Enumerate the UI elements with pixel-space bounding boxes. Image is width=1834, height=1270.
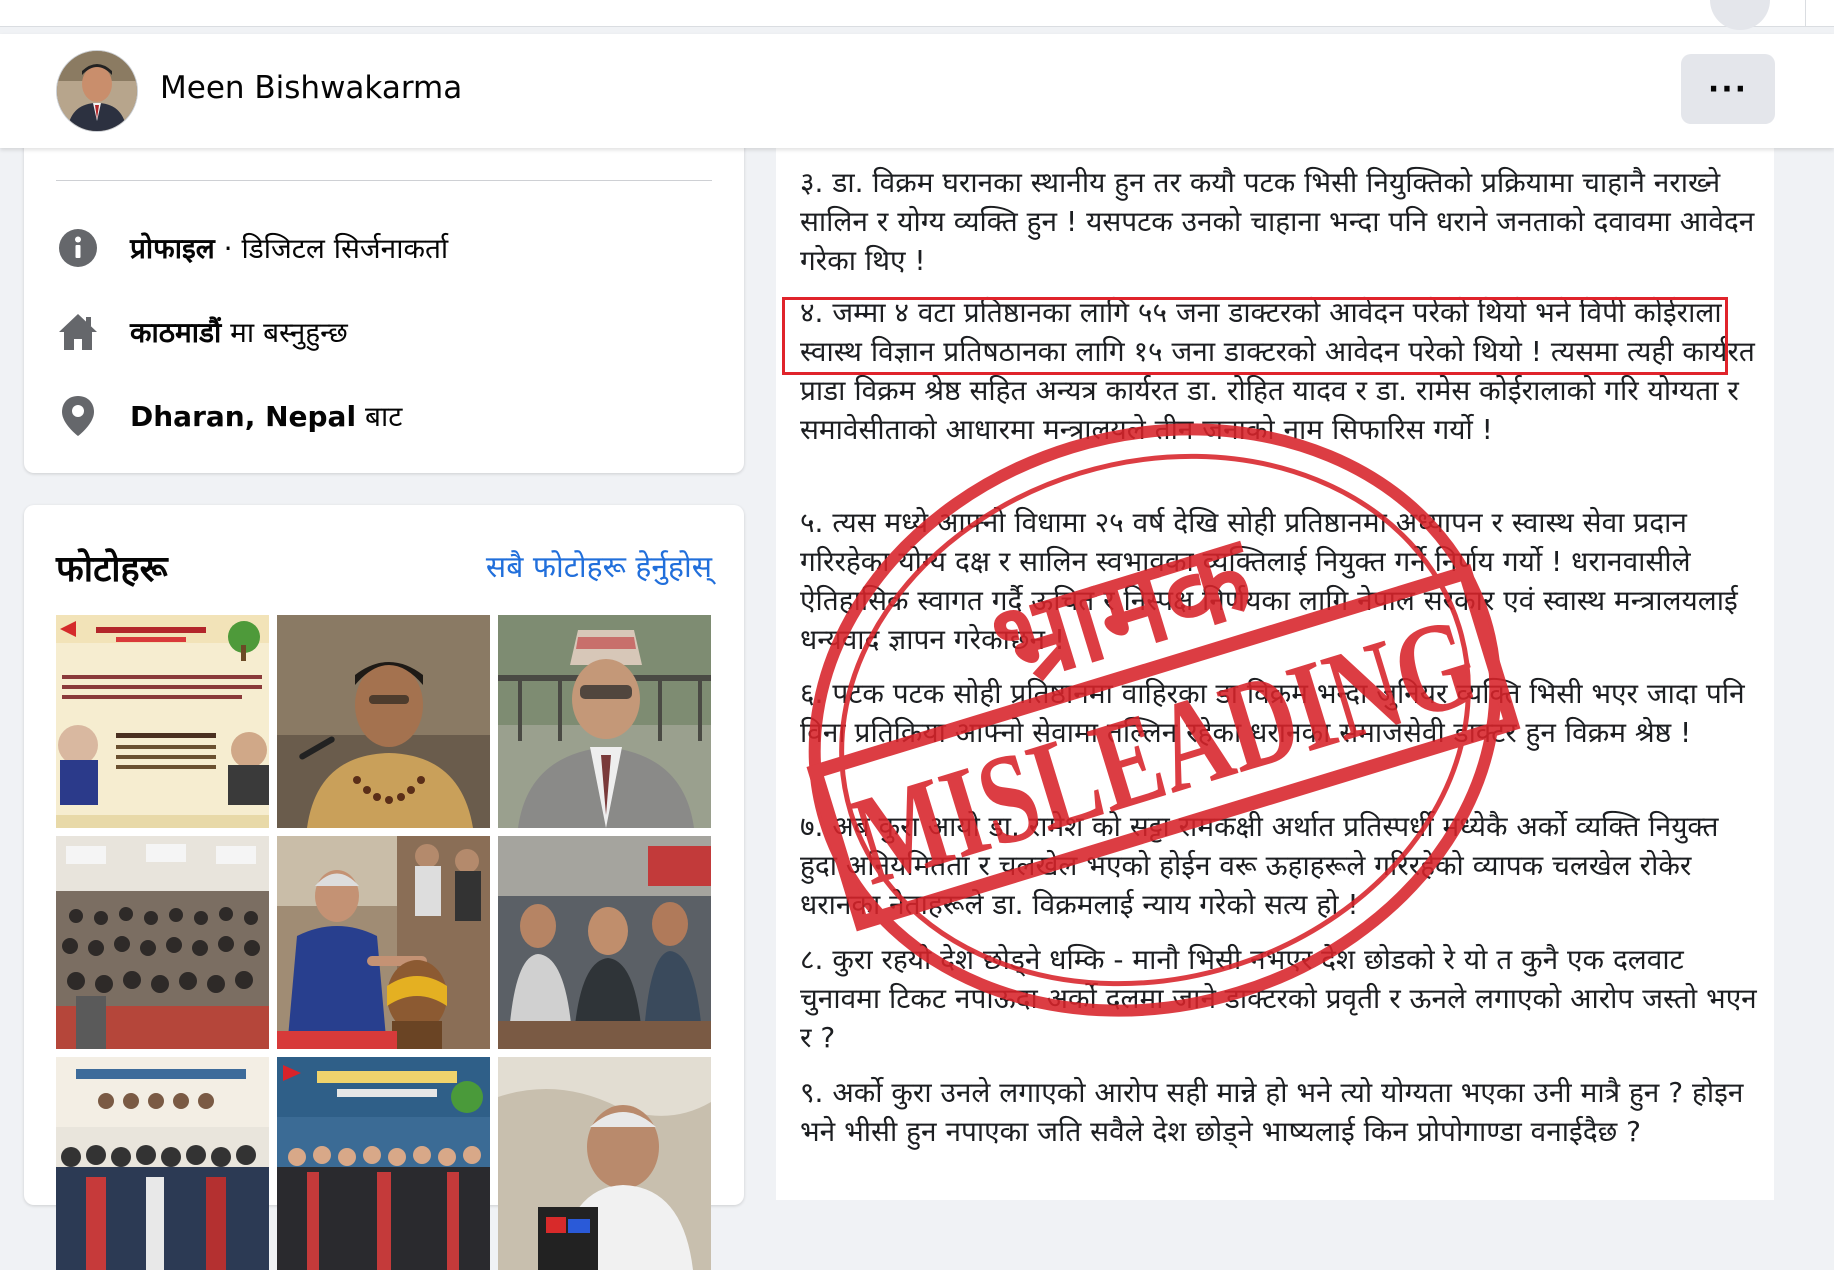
photo-thumbnail-1[interactable]	[56, 615, 269, 828]
intro-label-hometown[interactable]: Dharan, Nepal	[130, 400, 356, 433]
location-pin-icon	[56, 394, 100, 438]
intro-card: प्रोफाइल · डिजिटल सिर्जनाकर्ता काठमाडौं …	[24, 140, 744, 473]
photo-thumbnail-7[interactable]	[56, 1057, 269, 1270]
highlight-box	[782, 297, 1728, 375]
photo-thumbnail-4[interactable]	[56, 836, 269, 1049]
post-paragraph-9: ९. अर्को कुरा उनले लगाएको आरोप सही मान्न…	[800, 1076, 1744, 1148]
photos-title: फोटोहरू	[56, 549, 168, 590]
intro-label-profile: प्रोफाइल	[130, 232, 215, 265]
avatar[interactable]	[56, 50, 138, 132]
intro-row-profile: प्रोफाइल · डिजिटल सिर्जनाकर्ता	[56, 226, 448, 270]
account-avatar-button[interactable]	[1710, 0, 1770, 30]
intro-value-lives-in: मा बस्नुहुन्छ	[221, 316, 348, 349]
info-icon	[56, 226, 100, 270]
intro-value-from: बाट	[356, 400, 403, 433]
post-paragraph-6: ६. पटक पटक सोही प्रतिष्ठानमा वाहिरका डा …	[800, 677, 1745, 749]
see-all-photos-link[interactable]: सबै फोटोहरू हेर्नुहोस्	[486, 545, 712, 586]
photo-thumbnail-2[interactable]	[277, 615, 490, 828]
post-paragraph-5: ५. त्यस मध्ये आफ्नो विधामा २५ वर्ष देखि …	[800, 506, 1738, 656]
top-edge-divider	[1805, 0, 1834, 26]
photos-card: फोटोहरू सबै फोटोहरू हेर्नुहोस्	[24, 505, 744, 1270]
intro-row-from: Dharan, Nepal बाट	[56, 394, 402, 438]
profile-header: Meen Bishwakarma ···	[0, 34, 1834, 148]
intro-row-lives-in: काठमाडौं मा बस्नुहुन्छ	[56, 310, 348, 354]
browser-top-strip	[0, 0, 1834, 30]
post-paragraph-8: ८. कुरा रहयो देश छोड्ने धम्कि - मानौ भिस…	[800, 943, 1757, 1054]
profile-name[interactable]: Meen Bishwakarma	[160, 70, 462, 106]
post-paragraph-7: ७. अब कुरा आयो डा. रामेश को सट्टा रामकक्…	[800, 810, 1719, 921]
intro-label-city[interactable]: काठमाडौं	[130, 316, 221, 349]
photo-thumbnail-5[interactable]	[277, 836, 490, 1049]
home-icon	[56, 310, 100, 354]
photo-thumbnail-9[interactable]	[498, 1057, 711, 1270]
photo-thumbnail-3[interactable]	[498, 615, 711, 828]
photo-thumbnail-6[interactable]	[498, 836, 711, 1049]
photo-thumbnail-8[interactable]	[277, 1057, 490, 1270]
post-paragraph-3: ३. डा. विक्रम घरानका स्थानीय हुन तर कयौ …	[800, 166, 1755, 277]
more-options-button[interactable]: ···	[1681, 54, 1775, 124]
intro-value-profile: · डिजिटल सिर्जनाकर्ता	[214, 232, 449, 265]
intro-divider	[56, 180, 712, 181]
